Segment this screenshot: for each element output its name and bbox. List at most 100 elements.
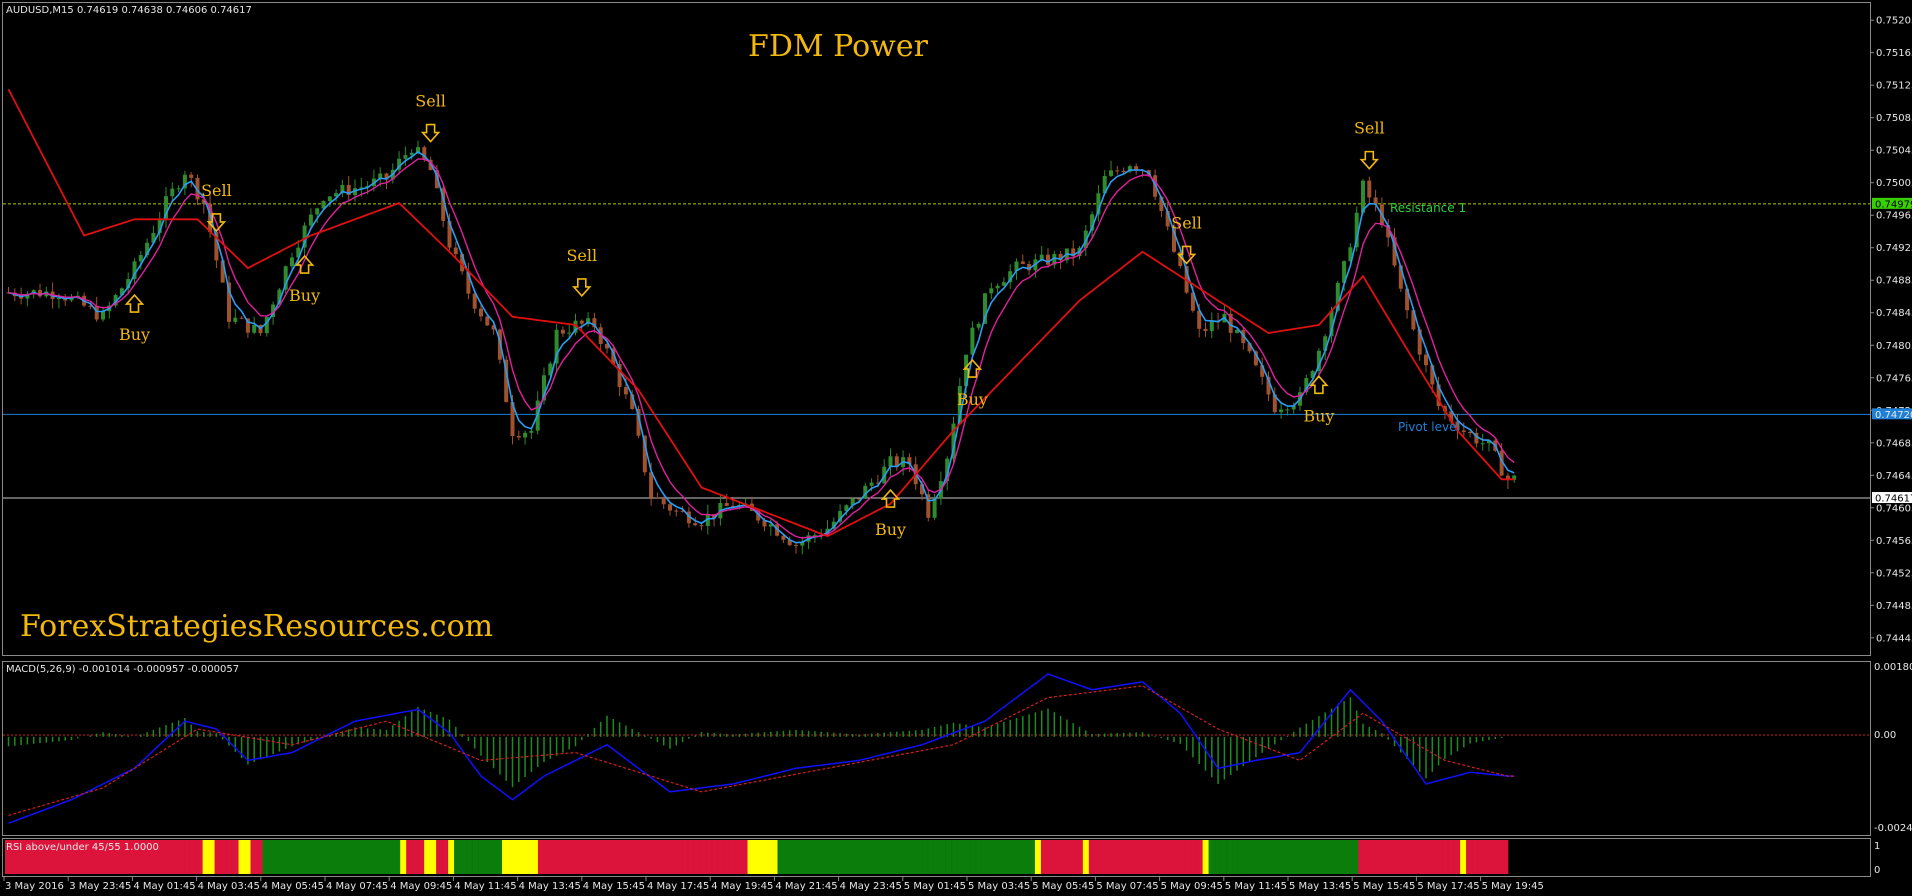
rsi-bar — [1322, 840, 1329, 874]
candle-body — [976, 323, 981, 328]
rsi-bar — [1346, 840, 1353, 874]
rsi-bar — [903, 840, 910, 874]
rsi-bars — [5, 840, 1509, 874]
candle-body — [1279, 409, 1284, 413]
rsi-bar — [735, 840, 742, 874]
resistance-label: Resistance 1 — [1390, 201, 1466, 215]
rsi-bar — [669, 840, 676, 874]
rsi-bar — [1088, 840, 1096, 874]
time-tick-label: 4 May 07:45 — [326, 881, 388, 892]
rsi-bar — [1202, 840, 1209, 874]
rsi-bar — [334, 840, 341, 874]
candle-body — [1209, 321, 1214, 332]
rsi-bar — [208, 840, 215, 874]
candle-body — [233, 317, 238, 322]
rsi-bar — [609, 840, 617, 874]
rsi-bar — [681, 840, 688, 874]
rsi-bar — [729, 840, 736, 874]
rsi-bar — [394, 840, 401, 874]
rsi-bar — [555, 840, 563, 874]
price-tick-label: 0.74925 — [1876, 243, 1912, 254]
rsi-bar — [1454, 840, 1461, 874]
price-tick-label: 0.74765 — [1876, 373, 1912, 384]
rsi-bar — [472, 840, 479, 874]
rsi-bar — [1496, 840, 1503, 874]
rsi-bar — [513, 840, 521, 874]
rsi-bar — [400, 840, 407, 874]
candle-body — [1121, 170, 1126, 172]
rsi-bar — [286, 840, 293, 874]
rsi-bar — [1376, 840, 1383, 874]
rsi-bar — [226, 840, 233, 874]
rsi-bar — [807, 840, 814, 874]
rsi-bar — [633, 840, 641, 874]
price-tick-label: 0.74845 — [1876, 308, 1912, 319]
candle-body — [327, 196, 332, 202]
candle-body — [176, 188, 181, 190]
rsi-bar — [999, 840, 1006, 874]
rsi-bar — [388, 840, 395, 874]
candle-body — [1109, 170, 1113, 176]
rsi-bar — [1100, 840, 1108, 874]
candle-body — [579, 320, 584, 324]
candle-body — [1461, 430, 1466, 432]
rsi-bar — [597, 840, 605, 874]
price-tick-label: 0.74445 — [1876, 633, 1912, 644]
rsi-bar — [364, 840, 371, 874]
rsi-bar — [543, 840, 551, 874]
rsi-bar — [1298, 840, 1305, 874]
rsi-bar — [843, 840, 850, 874]
rsi-bar — [448, 840, 455, 874]
candle-body — [888, 456, 893, 467]
candle-body — [453, 247, 458, 254]
sell-label: Sell — [201, 181, 232, 200]
rsi-bar — [1388, 840, 1395, 874]
rsi-bar — [1430, 840, 1437, 874]
rsi-bar — [1064, 840, 1072, 874]
rsi-bar — [1394, 840, 1401, 874]
pivot-tag: 0.74720 — [1875, 410, 1912, 421]
rsi-bar — [705, 840, 712, 874]
rsi-bar — [1358, 840, 1365, 874]
rsi-bar — [1022, 840, 1030, 874]
price-tick-label: 0.75045 — [1876, 146, 1912, 157]
rsi-bar — [885, 840, 892, 874]
rsi-bar — [639, 840, 647, 874]
rsi-bar — [657, 840, 664, 874]
main-header: AUDUSD,M15 0.74619 0.74638 0.74606 0.746… — [6, 5, 252, 16]
rsi-bar — [897, 840, 904, 874]
rsi-bar — [603, 840, 611, 874]
rsi-bar — [777, 840, 784, 874]
rsi-bar — [478, 840, 485, 874]
rsi-bar — [436, 840, 443, 874]
rsi-bar — [693, 840, 700, 874]
rsi-bar — [1448, 840, 1455, 874]
time-tick-label: 5 May 17:45 — [1417, 881, 1479, 892]
time-tick-label: 5 May 11:45 — [1225, 881, 1287, 892]
time-tick-label: 5 May 01:45 — [904, 881, 966, 892]
rsi-bar — [591, 840, 599, 874]
rsi-bar — [711, 840, 718, 874]
rsi-bar — [1310, 840, 1317, 874]
forex-chart[interactable]: Sell Buy Buy Sell Sell Buy Buy Sell Buy Sell AUDU… — [0, 0, 1912, 896]
rsi-bar — [1106, 840, 1114, 874]
rsi-bar — [322, 840, 329, 874]
rsi-bar — [1154, 840, 1161, 874]
time-tick-label: 4 May 21:45 — [775, 881, 837, 892]
rsi-bar — [1148, 840, 1156, 874]
candle-body — [138, 255, 143, 262]
rsi-bar — [1268, 840, 1275, 874]
rsi-bar — [484, 840, 491, 874]
rsi-bar — [909, 840, 916, 874]
rsi-bar — [1406, 840, 1413, 874]
rsi-bar — [1466, 840, 1473, 874]
candle-body — [655, 497, 660, 499]
rsi-bar — [508, 840, 515, 874]
rsi-bar — [406, 840, 413, 874]
candle-body — [989, 288, 994, 294]
price-tick-label: 0.74885 — [1876, 276, 1912, 287]
rsi-bar — [274, 840, 281, 874]
rsi-bar — [645, 840, 653, 874]
rsi-bar — [232, 840, 239, 874]
rsi-axis-top: 1 — [1874, 841, 1880, 852]
